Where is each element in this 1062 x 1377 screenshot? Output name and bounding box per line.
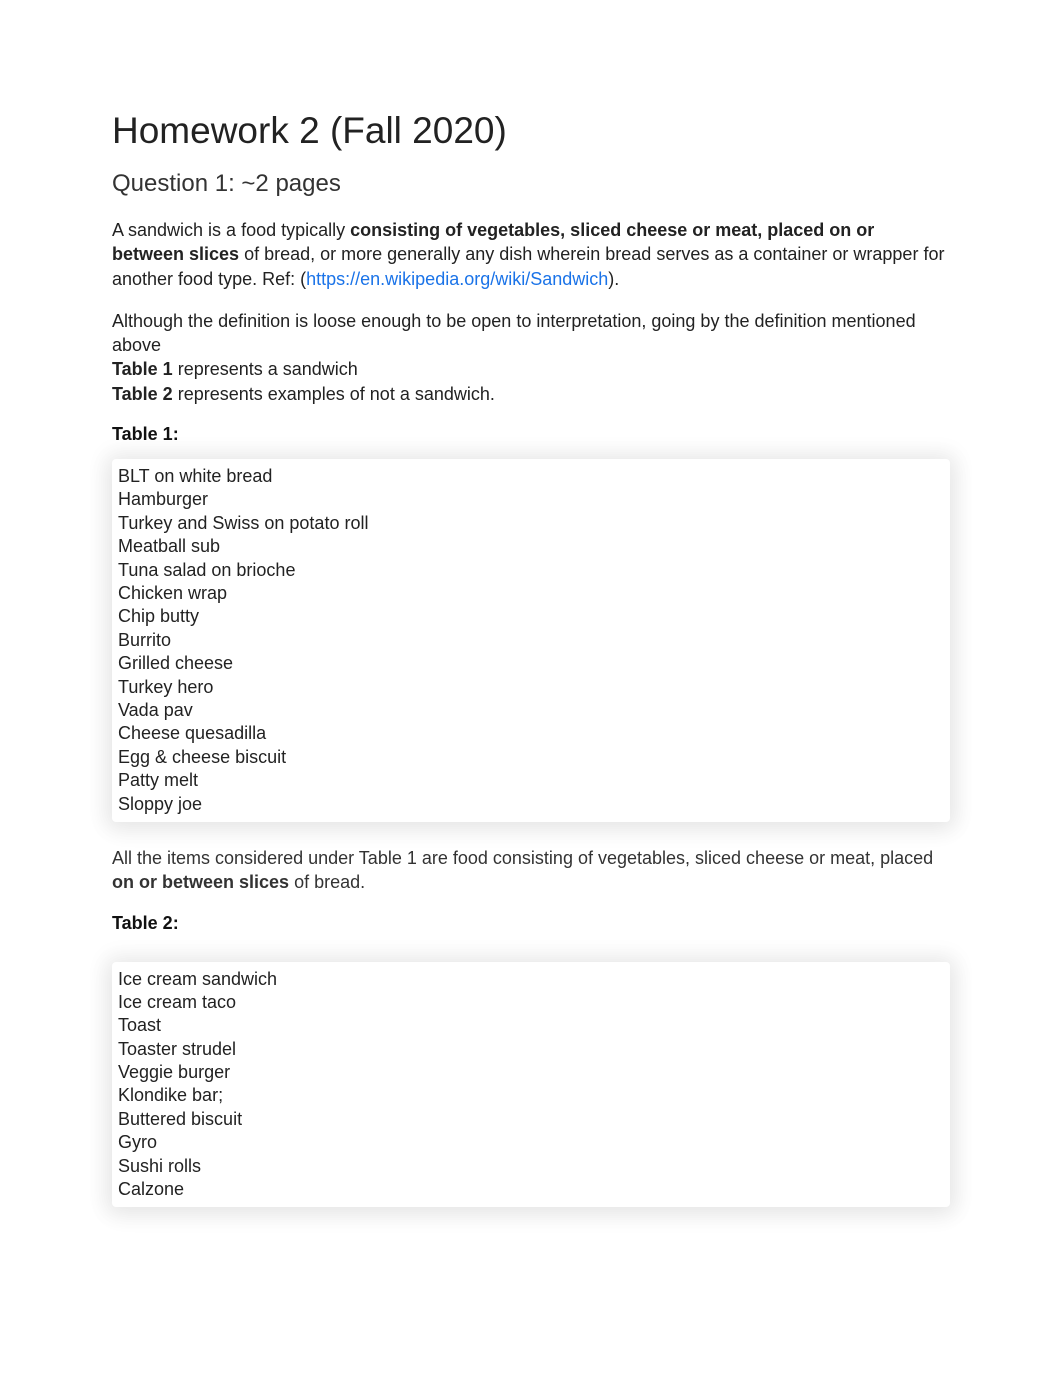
reference-link[interactable]: https://en.wikipedia.org/wiki/Sandwich — [306, 269, 608, 289]
list-item: Turkey and Swiss on potato roll — [118, 512, 944, 535]
list-item: Veggie burger — [118, 1061, 944, 1084]
list-item: Cheese quesadilla — [118, 722, 944, 745]
intro-lead: A sandwich is a food typically — [112, 220, 350, 240]
after-t1-tail: of bread. — [289, 872, 365, 892]
def-line1: Although the definition is loose enough … — [112, 311, 916, 355]
table1-label: Table 1: — [112, 424, 950, 445]
definition-paragraph: Although the definition is loose enough … — [112, 309, 950, 406]
list-item: Patty melt — [118, 769, 944, 792]
intro-tail2: ). — [608, 269, 619, 289]
after-table1-paragraph: All the items considered under Table 1 a… — [112, 846, 950, 895]
table2-ref: Table 2 — [112, 384, 173, 404]
list-item: Hamburger — [118, 488, 944, 511]
list-item: Grilled cheese — [118, 652, 944, 675]
list-item: Tuna salad on brioche — [118, 559, 944, 582]
list-item: Chicken wrap — [118, 582, 944, 605]
list-item: Vada pav — [118, 699, 944, 722]
list-item: Toaster strudel — [118, 1038, 944, 1061]
table1-box: BLT on white breadHamburgerTurkey and Sw… — [112, 459, 950, 822]
list-item: Calzone — [118, 1178, 944, 1201]
list-item: Meatball sub — [118, 535, 944, 558]
list-item: Klondike bar; — [118, 1084, 944, 1107]
list-item: Turkey hero — [118, 676, 944, 699]
table2-label: Table 2: — [112, 913, 950, 934]
after-t1-mid: food consisting of vegetables, sliced ch… — [448, 848, 933, 868]
table2-box: Ice cream sandwichIce cream tacoToastToa… — [112, 962, 950, 1208]
list-item: Ice cream taco — [118, 991, 944, 1014]
list-item: Toast — [118, 1014, 944, 1037]
after-t1-bold: on or between slices — [112, 872, 289, 892]
list-item: Buttered biscuit — [118, 1108, 944, 1131]
page-title: Homework 2 (Fall 2020) — [112, 110, 950, 152]
list-item: BLT on white bread — [118, 465, 944, 488]
table1-ref: Table 1 — [112, 359, 173, 379]
intro-paragraph: A sandwich is a food typically consistin… — [112, 218, 950, 291]
table2-ref-text: represents examples of not a sandwich. — [173, 384, 495, 404]
list-item: Egg & cheese biscuit — [118, 746, 944, 769]
list-item: Chip butty — [118, 605, 944, 628]
list-item: Burrito — [118, 629, 944, 652]
list-item: Sushi rolls — [118, 1155, 944, 1178]
after-t1-lead: All the items considered under Table 1 a… — [112, 848, 448, 868]
table1-ref-text: represents a sandwich — [173, 359, 358, 379]
question-subtitle: Question 1: ~2 pages — [112, 170, 950, 198]
list-item: Sloppy joe — [118, 793, 944, 816]
list-item: Gyro — [118, 1131, 944, 1154]
list-item: Ice cream sandwich — [118, 968, 944, 991]
